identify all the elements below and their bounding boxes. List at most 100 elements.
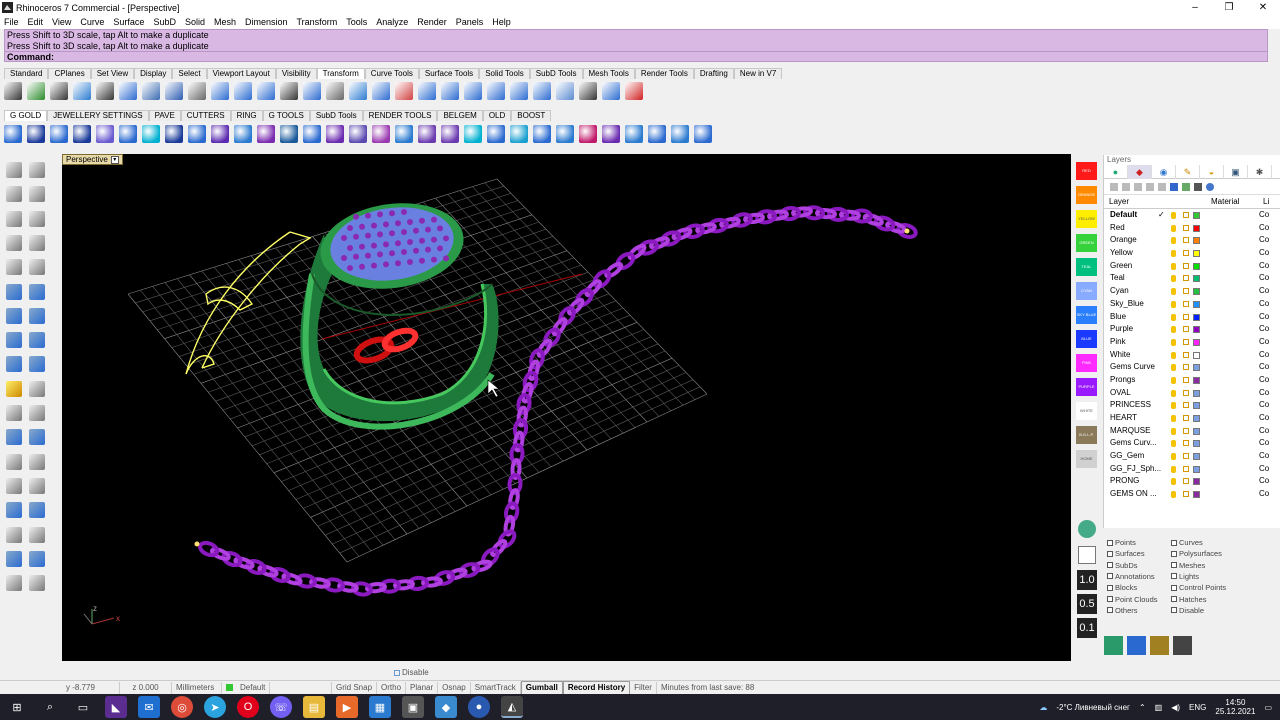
layer-color-swatch[interactable] <box>1193 275 1200 283</box>
opera-icon[interactable]: O <box>237 696 259 718</box>
transform-tool-icon[interactable] <box>211 82 229 100</box>
layer-color-swatch[interactable] <box>1193 338 1200 346</box>
jewellery-tool-icon[interactable] <box>303 125 321 143</box>
visibility-bulb-icon[interactable] <box>1171 313 1176 321</box>
weather-text[interactable]: -2°C Ливневый снег <box>1056 703 1130 712</box>
display-filter-checkbox[interactable]: Blocks <box>1107 583 1137 592</box>
layer-color-swatch[interactable] <box>1193 427 1200 435</box>
display-tab-icon[interactable]: ▣ <box>1224 165 1248 179</box>
color-layer-button[interactable]: RED <box>1076 162 1097 180</box>
jewellery-tool-icon[interactable] <box>464 125 482 143</box>
transform-tool-icon[interactable] <box>487 82 505 100</box>
rhino-taskbar-icon[interactable]: ◭ <box>501 696 523 718</box>
tab-curve-tools[interactable]: Curve Tools <box>364 68 419 79</box>
jewellery-tool-icon[interactable] <box>27 125 45 143</box>
lock-icon[interactable] <box>1183 440 1189 447</box>
jewellery-tool-icon[interactable] <box>96 125 114 143</box>
transform-tool-icon[interactable] <box>50 82 68 100</box>
lock-icon[interactable] <box>1183 402 1189 409</box>
left-tool-icon[interactable] <box>29 186 45 203</box>
visibility-bulb-icon[interactable] <box>1171 300 1176 308</box>
plugin-tab-subd-tools[interactable]: SubD Tools <box>309 110 363 121</box>
scale-button[interactable]: 1.0 <box>1077 570 1097 590</box>
left-tool-icon[interactable] <box>29 259 45 276</box>
transform-tool-icon[interactable] <box>372 82 390 100</box>
checkbox-icon[interactable] <box>1107 573 1113 580</box>
jewellery-tool-icon[interactable] <box>280 125 298 143</box>
color-layer-button[interactable]: PURPLE <box>1076 378 1097 396</box>
menu-transform[interactable]: Transform <box>297 17 338 27</box>
layer-color-swatch[interactable] <box>1193 212 1200 219</box>
new-layer-icon[interactable] <box>1110 182 1118 191</box>
display-filter-checkbox[interactable]: Hatches <box>1171 595 1207 604</box>
layer-row[interactable]: Default ✓ Co <box>1104 209 1280 222</box>
visual-studio-icon[interactable]: ◣ <box>105 696 127 718</box>
color-layer-button[interactable]: CYAN <box>1076 282 1097 300</box>
command-scrollbar[interactable] <box>1268 29 1280 62</box>
layer-color-swatch[interactable] <box>1193 453 1200 461</box>
jewellery-tool-icon[interactable] <box>349 125 367 143</box>
layer-color-swatch[interactable] <box>1193 440 1200 448</box>
jewellery-tool-icon[interactable] <box>602 125 620 143</box>
visibility-bulb-icon[interactable] <box>1171 389 1176 397</box>
display-filter-checkbox[interactable]: SubDs <box>1107 561 1138 570</box>
checkbox-icon[interactable] <box>1107 607 1113 614</box>
jewellery-tool-icon[interactable] <box>510 125 528 143</box>
filter-icon[interactable] <box>1170 182 1178 191</box>
viewport-menu-chevron-icon[interactable]: ▾ <box>110 155 119 164</box>
tab-surface-tools[interactable]: Surface Tools <box>418 68 480 79</box>
left-tool-icon[interactable] <box>29 283 45 300</box>
jewellery-tool-icon[interactable] <box>142 125 160 143</box>
transform-tool-icon[interactable] <box>533 82 551 100</box>
notifications-icon[interactable]: ▭ <box>1264 703 1272 712</box>
display-filter-checkbox[interactable]: Point Clouds <box>1107 595 1158 604</box>
move-down-icon[interactable] <box>1158 182 1166 191</box>
filter-toggle[interactable]: Filter <box>630 681 657 694</box>
settings-tab-icon[interactable]: ✱ <box>1248 165 1272 179</box>
tab-select[interactable]: Select <box>172 68 207 79</box>
jewellery-tool-icon[interactable] <box>487 125 505 143</box>
layer-row[interactable]: GG_Gem Co <box>1104 450 1280 463</box>
layer-row[interactable]: Purple Co <box>1104 323 1280 336</box>
windows-start-icon[interactable]: ⊞ <box>6 696 28 718</box>
language-indicator[interactable]: ENG <box>1189 703 1206 712</box>
tab-render-tools[interactable]: Render Tools <box>634 68 694 79</box>
menu-edit[interactable]: Edit <box>28 17 44 27</box>
menu-dimension[interactable]: Dimension <box>245 17 288 27</box>
layer-row[interactable]: PRONG Co <box>1104 475 1280 488</box>
color-layer-button[interactable]: WHITE <box>1076 402 1097 420</box>
layer-color-swatch[interactable] <box>1193 351 1200 359</box>
tab-standard[interactable]: Standard <box>4 68 49 79</box>
tab-subd-tools[interactable]: SubD Tools <box>529 68 583 79</box>
move-up-icon[interactable] <box>1146 182 1154 191</box>
status-toggle-smarttrack[interactable]: SmartTrack <box>471 681 521 694</box>
left-tool-icon[interactable] <box>6 356 22 373</box>
jewellery-tool-icon[interactable] <box>625 125 643 143</box>
tools-icon[interactable] <box>1182 182 1190 191</box>
new-sublayer-icon[interactable] <box>1122 182 1130 191</box>
layer-row[interactable]: Yellow Co <box>1104 247 1280 260</box>
close-button[interactable]: ✕ <box>1246 0 1280 15</box>
menu-subd[interactable]: SubD <box>153 17 176 27</box>
plugin-tab-jewellery-settings[interactable]: JEWELLERY SETTINGS <box>47 110 149 121</box>
jewellery-tool-icon[interactable] <box>418 125 436 143</box>
color-layer-button[interactable]: HOME <box>1076 450 1097 468</box>
layers-tab-icon[interactable]: ◆ <box>1128 165 1152 179</box>
jewellery-tool-icon[interactable] <box>395 125 413 143</box>
render-tab-icon[interactable]: ◉ <box>1152 165 1176 179</box>
layer-row[interactable]: GG_FJ_Sph... Co <box>1104 463 1280 476</box>
checkbox-icon[interactable] <box>1107 550 1113 557</box>
layer-color-swatch[interactable] <box>1193 402 1200 410</box>
lock-icon[interactable] <box>1183 351 1189 358</box>
transform-tool-icon[interactable] <box>418 82 436 100</box>
tab-display[interactable]: Display <box>134 68 173 79</box>
left-tool-icon[interactable] <box>29 575 45 592</box>
lock-icon[interactable] <box>1183 491 1189 498</box>
menu-surface[interactable]: Surface <box>113 17 144 27</box>
color-layer-button[interactable]: PINK <box>1076 354 1097 372</box>
layer-color-swatch[interactable] <box>1193 288 1200 296</box>
layer-row[interactable]: White Co <box>1104 349 1280 362</box>
visibility-bulb-icon[interactable] <box>1171 415 1176 422</box>
lock-icon[interactable] <box>1183 415 1189 421</box>
layer-row[interactable]: Orange Co <box>1104 234 1280 247</box>
